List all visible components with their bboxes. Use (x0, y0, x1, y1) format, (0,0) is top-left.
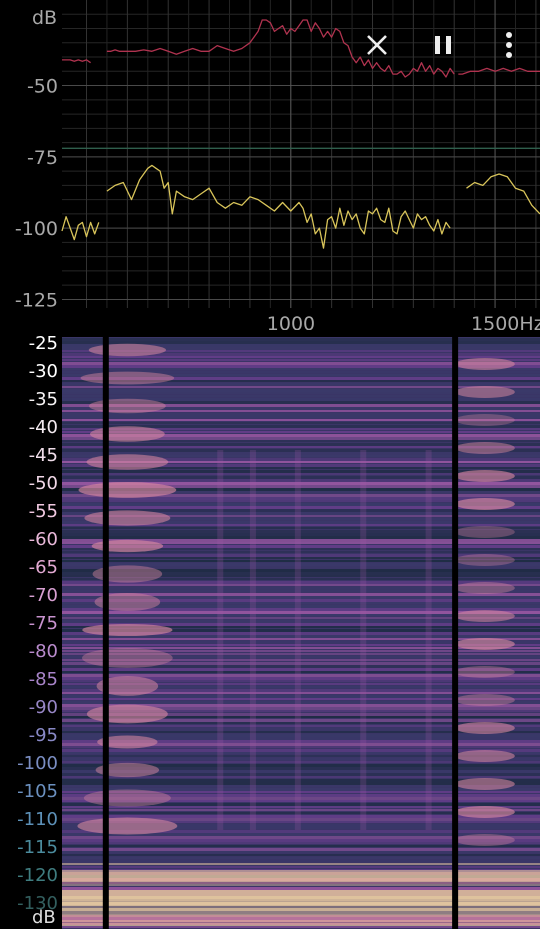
y-tick-label: -100 (15, 218, 58, 240)
spectrogram-y-tick-label: -85 (29, 669, 58, 690)
close-icon (367, 35, 387, 55)
spectrogram-y-tick-label: -75 (29, 613, 58, 634)
spectrogram-gap (102, 330, 109, 929)
spectrogram-y-tick-label: -60 (29, 529, 58, 550)
spectrogram-y-tick-label: -95 (29, 725, 58, 746)
overflow-menu-button[interactable] (496, 30, 522, 60)
series-1-line (106, 164, 451, 249)
spectrogram-y-tick-label: -35 (29, 389, 58, 410)
spectrogram-y-tick-label: -65 (29, 557, 58, 578)
spectrogram-y-tick-label: -115 (17, 837, 58, 858)
spectrogram: -25 -30 -35 -40 -45 -50 -55 -60 -65 -70 -75 -80 -85 -… (0, 330, 540, 929)
spectrogram-gap (452, 330, 459, 929)
y-axis-unit: dB (32, 7, 57, 29)
spectrogram-y-tick-label: -90 (29, 697, 58, 718)
y-tick-label: -125 (15, 289, 58, 311)
spectrogram-y-tick-label: -50 (29, 473, 58, 494)
spectrogram-y-tick-label: -45 (29, 445, 58, 466)
y-tick-label: -50 (27, 76, 58, 98)
pause-icon (435, 36, 451, 54)
pause-button[interactable] (430, 30, 456, 60)
series-1-line (466, 173, 540, 215)
spectrogram-y-tick-label: -40 (29, 417, 58, 438)
spectrogram-y-tick-label: -110 (17, 809, 58, 830)
spectrogram-y-tick-label: -30 (29, 361, 58, 382)
close-button[interactable] (364, 30, 390, 60)
spectrogram-y-tick-label: -120 (17, 865, 58, 886)
spectrogram-y-tick-label: -80 (29, 641, 58, 662)
spectrogram-y-unit: dB (32, 907, 56, 928)
y-tick-label: -75 (27, 147, 58, 169)
spectrogram-y-tick-label: -55 (29, 501, 58, 522)
x-tick-label: 1500Hz (471, 313, 540, 330)
spectrogram-y-tick-label: -70 (29, 585, 58, 606)
x-tick-label: 1000 (267, 313, 315, 330)
spectrogram-y-tick-label: -105 (17, 781, 58, 802)
toolbar (364, 30, 522, 60)
spectrogram-y-tick-label: -25 (29, 333, 58, 354)
spectrogram-y-tick-label: -100 (17, 753, 58, 774)
more-vert-icon (506, 32, 512, 58)
